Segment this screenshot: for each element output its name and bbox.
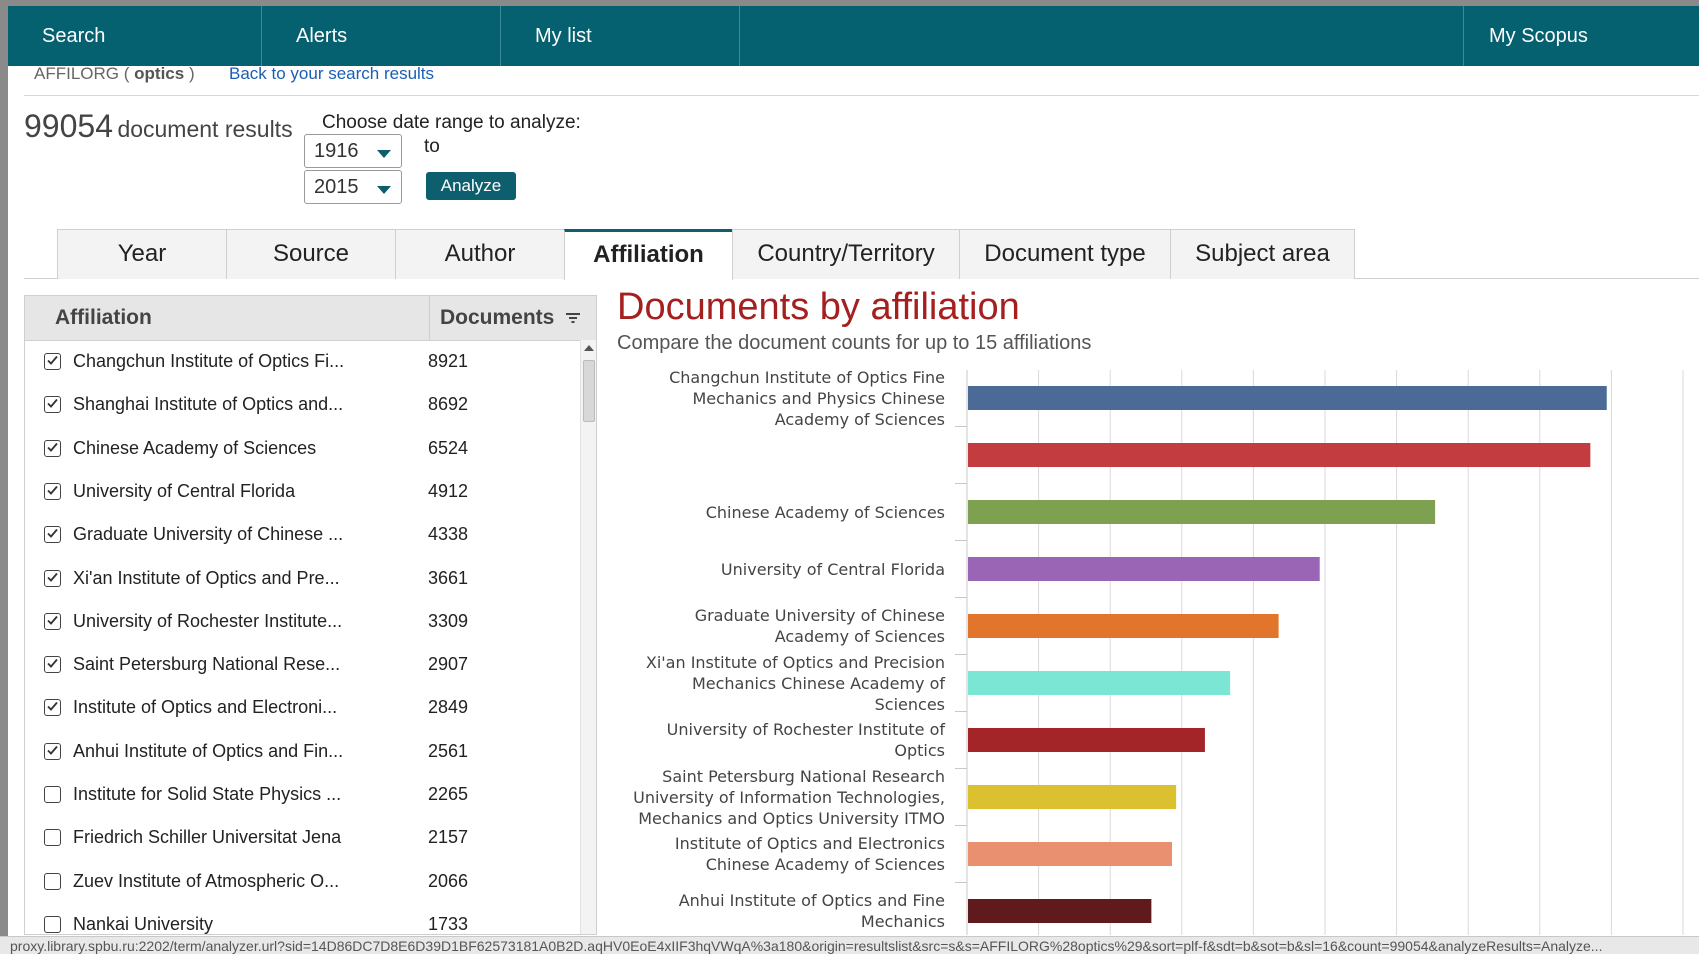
chart-bar[interactable]	[968, 842, 1172, 866]
status-bar-url: proxy.library.spbu.ru:2202/term/analyzer…	[0, 936, 1699, 954]
chart-bar[interactable]	[968, 671, 1231, 695]
affiliation-bar-chart	[955, 370, 1684, 940]
chart-bar[interactable]	[968, 785, 1177, 809]
chart-bar[interactable]	[968, 557, 1320, 581]
chart-bar[interactable]	[968, 443, 1591, 467]
chart-bar[interactable]	[968, 728, 1205, 752]
chart-bar[interactable]	[968, 614, 1279, 638]
chart-bar[interactable]	[968, 386, 1607, 410]
chart-bar[interactable]	[968, 899, 1152, 923]
chart-bar[interactable]	[968, 500, 1436, 524]
